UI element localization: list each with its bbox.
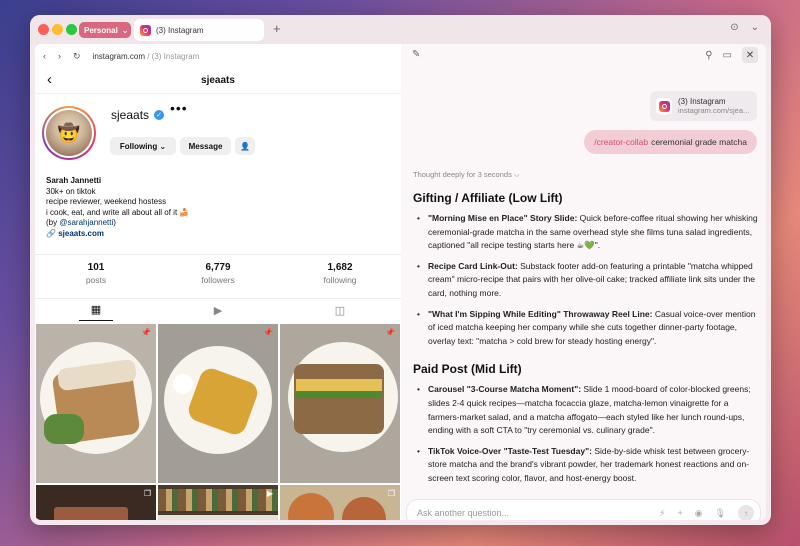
add-user-button[interactable]: 👤 bbox=[235, 137, 255, 155]
mention-link[interactable]: @sarahjannetti bbox=[59, 218, 113, 227]
profile-label: Personal bbox=[84, 25, 118, 35]
list-item: Carousel "3-Course Matcha Moment": Slide… bbox=[413, 383, 758, 437]
verified-badge-icon: ✓ bbox=[154, 110, 165, 120]
post-grid: 📌 📌 📌 ❐ ▶ ❐ bbox=[36, 324, 400, 520]
post-thumbnail[interactable]: 📌 bbox=[36, 324, 156, 483]
bio-line: (by @sarahjannetti) bbox=[46, 218, 116, 227]
tab-reels[interactable]: ▶︎ bbox=[157, 299, 279, 322]
url-bar: ‹ › ↻ instagram.com / (3) Instagram bbox=[35, 44, 401, 68]
stat-followers[interactable]: 6,779 followers bbox=[157, 255, 279, 298]
more-options-icon[interactable]: ••• bbox=[170, 100, 188, 116]
post-thumbnail[interactable]: ❐ bbox=[36, 485, 156, 520]
context-tab-card[interactable]: (3) Instagram instagram.com/sjea... bbox=[650, 91, 757, 121]
context-title: (3) Instagram bbox=[678, 97, 726, 106]
context-url: instagram.com/sjea... bbox=[678, 106, 750, 115]
grid-icon: ▦ bbox=[78, 303, 114, 321]
profile-switcher[interactable]: Personal ⌄ bbox=[79, 22, 131, 38]
chevron-down-icon: ⌄ bbox=[121, 25, 129, 35]
link-icon: 🔗 bbox=[46, 228, 56, 238]
back-arrow-icon[interactable]: ‹ bbox=[47, 71, 52, 88]
list-item: TikTok Voice-Over "Taste-Test Tuesday": … bbox=[413, 445, 758, 486]
profile-icon[interactable]: ⚲ bbox=[705, 50, 712, 61]
browser-tab[interactable]: (3) Instagram bbox=[134, 19, 264, 41]
forward-icon[interactable]: › bbox=[58, 51, 61, 61]
list-item: "What I'm Sipping While Editing" Throwaw… bbox=[413, 308, 758, 349]
instagram-icon bbox=[140, 24, 151, 36]
browser-window: Personal ⌄ (3) Instagram + ⊙ ⌄ ‹ › ↻ ins… bbox=[30, 15, 771, 525]
minimize-window-button[interactable] bbox=[52, 24, 63, 35]
pinned-icon: 📌 bbox=[263, 328, 273, 337]
post-thumbnail[interactable]: ❐ bbox=[280, 485, 400, 520]
bio-line: i cook, eat, and write all about all of … bbox=[46, 207, 190, 217]
composer-placeholder: Ask another question... bbox=[417, 508, 510, 518]
stat-posts[interactable]: 101 posts bbox=[35, 255, 157, 298]
header-handle: sjeaats bbox=[201, 75, 235, 86]
thought-toggle[interactable]: Thought deeply for 3 seconds ⌵ bbox=[413, 170, 520, 180]
profile-bio: Sarah Jannetti 30k+ on tiktok recipe rev… bbox=[35, 176, 401, 239]
assistant-pane: ✎ ⚲ ▭ ✕ (3) Instagram instagram.com/sjea… bbox=[401, 44, 766, 520]
bio-name: Sarah Jannetti bbox=[46, 176, 102, 185]
sidebar-toggle-icon[interactable]: ▭ bbox=[723, 50, 732, 61]
list-item: Recipe Card Link-Out: Substack footer ad… bbox=[413, 260, 758, 301]
profile-header: ‹ sjeaats bbox=[35, 68, 401, 94]
zoom-window-button[interactable] bbox=[66, 24, 77, 35]
post-thumbnail[interactable]: ▶ bbox=[158, 485, 278, 520]
download-icon[interactable]: ⊙ bbox=[730, 22, 738, 33]
instagram-icon bbox=[658, 100, 670, 112]
close-icon[interactable]: ✕ bbox=[742, 47, 758, 63]
tab-posts[interactable]: ▦ bbox=[35, 299, 157, 322]
address-field[interactable]: instagram.com / (3) Instagram bbox=[93, 52, 200, 61]
message-button[interactable]: Message bbox=[180, 137, 231, 155]
send-button[interactable]: ↑ bbox=[738, 505, 754, 520]
new-tab-button[interactable]: + bbox=[273, 21, 281, 36]
reload-icon[interactable]: ↻ bbox=[73, 51, 81, 62]
avatar-image: 🤠 bbox=[46, 110, 92, 156]
close-window-button[interactable] bbox=[38, 24, 49, 35]
reels-icon: ▶︎ bbox=[213, 305, 223, 317]
user-message: /creator-collab ceremonial grade matcha bbox=[584, 130, 757, 154]
camera-icon[interactable]: ◉ bbox=[695, 508, 703, 519]
command-chip: /creator-collab bbox=[594, 137, 649, 147]
user-message-text: ceremonial grade matcha bbox=[651, 137, 747, 147]
instagram-pane: ‹ › ↻ instagram.com / (3) Instagram ‹ sj… bbox=[35, 44, 401, 520]
reel-icon: ▶ bbox=[266, 489, 273, 498]
profile-handle: sjeaats ✓ bbox=[111, 108, 165, 122]
profile-tabs: ▦ ▶︎ ◫ bbox=[35, 298, 401, 322]
avatar[interactable]: 🤠 bbox=[42, 106, 96, 160]
bio-link[interactable]: 🔗 sjeaats.com bbox=[46, 229, 401, 240]
section-heading: Paid Post (Mid Lift) bbox=[413, 362, 522, 377]
profile-stats: 101 posts 6,779 followers 1,682 following bbox=[35, 254, 401, 298]
list-item: "Morning Mise en Place" Story Slide: Qui… bbox=[413, 212, 758, 253]
titlebar: Personal ⌄ (3) Instagram + ⊙ ⌄ bbox=[30, 15, 771, 44]
tab-title: (3) Instagram bbox=[156, 25, 204, 35]
add-icon[interactable]: + bbox=[677, 508, 682, 518]
tagged-icon: ◫ bbox=[334, 305, 346, 317]
post-thumbnail[interactable]: 📌 bbox=[158, 324, 278, 483]
pinned-icon: 📌 bbox=[385, 328, 395, 337]
tab-tagged[interactable]: ◫ bbox=[279, 299, 401, 322]
following-button[interactable]: Following ⌄ bbox=[110, 137, 176, 155]
question-input[interactable]: Ask another question... ⚡ + ◉ 🎙 ↑ bbox=[406, 499, 761, 520]
mic-icon[interactable]: 🎙 bbox=[715, 508, 726, 519]
section-heading: Gifting / Affiliate (Low Lift) bbox=[413, 191, 563, 205]
back-icon[interactable]: ‹ bbox=[43, 51, 46, 61]
bio-line: recipe reviewer, weekend hostess bbox=[46, 197, 167, 206]
assistant-response: Gifting / Affiliate (Low Lift) "Morning … bbox=[413, 191, 758, 493]
chevron-down-icon[interactable]: ⌄ bbox=[751, 22, 759, 33]
pinned-icon: 📌 bbox=[141, 328, 151, 337]
new-chat-icon[interactable]: ✎ bbox=[412, 49, 420, 60]
lightning-icon[interactable]: ⚡ bbox=[659, 508, 665, 519]
carousel-icon: ❐ bbox=[387, 489, 395, 498]
bio-line: 30k+ on tiktok bbox=[46, 186, 96, 196]
carousel-icon: ❐ bbox=[143, 489, 151, 498]
post-thumbnail[interactable]: 📌 bbox=[280, 324, 400, 483]
stat-following[interactable]: 1,682 following bbox=[279, 255, 401, 298]
